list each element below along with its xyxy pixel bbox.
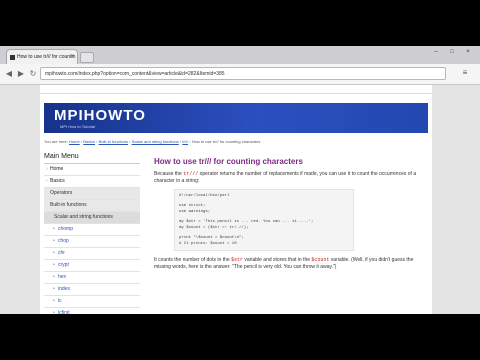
sidebar-item-label: crypt (58, 262, 69, 268)
breadcrumb-prefix: You are here: (44, 139, 68, 144)
address-bar[interactable]: mpihowto.com/index.php?option=com_conten… (40, 67, 446, 80)
breadcrumb-separator: › (96, 139, 98, 144)
breadcrumb-link[interactable]: Scalar and string functions (132, 139, 179, 144)
top-navigation (40, 85, 432, 94)
sidebar-item-label: lcfirst (58, 310, 70, 314)
inline-code: $count (311, 257, 330, 263)
sidebar-item-label: chr (58, 250, 65, 256)
tab-close-icon[interactable]: × (70, 50, 74, 64)
sidebar-item-label: Basics (50, 178, 65, 184)
sidebar-item-label: Built-in functions (50, 202, 87, 208)
sidebar-item-label: chop (58, 238, 69, 244)
bullet-icon: › (46, 178, 48, 184)
bullet-icon: • (53, 274, 55, 280)
bullet-icon: • (53, 298, 55, 304)
outro-text: It counts the number of dots in the (154, 257, 231, 263)
article-intro: Because the tr/// operator returns the n… (154, 171, 422, 184)
sidebar-item-label: index (58, 286, 70, 292)
breadcrumb-current: How to use tr/// for counting characters (191, 139, 261, 144)
sidebar-item-label: Home (50, 166, 64, 172)
inline-code: $str (231, 257, 244, 263)
bullet-icon: • (53, 226, 55, 232)
site-tagline: MPI How to Tutorial (60, 124, 95, 129)
breadcrumb-separator: › (179, 139, 182, 144)
tab-title: How to use tr/// for countin (17, 54, 76, 60)
sidebar-item-label: Scalar and string functions (54, 214, 113, 220)
minimize-button[interactable]: – (430, 48, 442, 57)
new-tab-button[interactable] (80, 52, 94, 63)
article-title: How to use tr/// for counting characters (154, 157, 303, 166)
browser-window: How to use tr/// for countin × – □ × ◀ ▶… (0, 46, 480, 314)
sidebar-main-menu: Main Menu › Home › Basics Operators Built-… (44, 151, 140, 314)
sidebar-item-built-in-functions[interactable]: Built-in functions (44, 200, 140, 212)
breadcrumb-link[interactable]: Home (69, 139, 80, 144)
site-banner: MPIHOWTO MPI How to Tutorial (44, 103, 428, 133)
breadcrumb-separator: › (129, 139, 131, 144)
bullet-icon: • (53, 250, 55, 256)
article-outro: It counts the number of dots in the $str… (154, 257, 422, 270)
article: How to use tr/// for counting characters… (154, 157, 422, 275)
sidebar-item-crypt[interactable]: • crypt (44, 260, 140, 272)
bullet-icon: • (53, 238, 55, 244)
breadcrumb-link[interactable]: tr/// (182, 139, 188, 144)
browser-tab[interactable]: How to use tr/// for countin × (6, 49, 78, 64)
code-line: # It prints: $count = 10 (179, 242, 237, 246)
bullet-icon: • (53, 286, 55, 292)
breadcrumb-separator: › (189, 139, 191, 144)
sidebar-title: Main Menu (44, 151, 140, 164)
breadcrumb-link[interactable]: Basics (83, 139, 95, 144)
breadcrumb: You are here: Home › Basics › Built-in f… (44, 139, 260, 144)
sidebar-item-chomp[interactable]: • chomp (44, 224, 140, 236)
breadcrumb-link[interactable]: Built-in functions (99, 139, 128, 144)
web-page: MPIHOWTO MPI How to Tutorial You are her… (0, 85, 480, 314)
back-button[interactable]: ◀ (4, 69, 14, 79)
favicon-icon (10, 55, 15, 60)
sidebar-item-home[interactable]: › Home (44, 164, 140, 176)
sidebar-item-label: chomp (58, 226, 74, 232)
close-window-button[interactable]: × (462, 48, 474, 57)
sidebar-item-lc[interactable]: • lc (44, 296, 140, 308)
maximize-button[interactable]: □ (446, 48, 458, 57)
bullet-icon: • (53, 310, 55, 314)
sidebar-item-chop[interactable]: • chop (44, 236, 140, 248)
intro-text: Because the (154, 171, 184, 177)
bullet-icon: › (46, 166, 48, 172)
breadcrumb-separator: › (80, 139, 83, 144)
site-logo[interactable]: MPIHOWTO (54, 107, 146, 124)
site-container: MPIHOWTO MPI How to Tutorial You are her… (40, 85, 432, 314)
reload-button[interactable]: ↻ (28, 69, 38, 79)
sidebar-item-label: Operators (50, 190, 73, 196)
sidebar-item-scalar-string-functions[interactable]: Scalar and string functions (44, 212, 140, 224)
code-block: #!/usr/local/bin/perl use strict; use wa… (174, 189, 354, 251)
sidebar-item-lcfirst[interactable]: • lcfirst (44, 308, 140, 314)
sidebar-item-hex[interactable]: • hex (44, 272, 140, 284)
sidebar-item-chr[interactable]: • chr (44, 248, 140, 260)
forward-button[interactable]: ▶ (16, 69, 26, 79)
sidebar-item-label: hex (58, 274, 67, 280)
bullet-icon: • (53, 262, 55, 268)
sidebar-item-operators[interactable]: Operators (44, 188, 140, 200)
outro-text: variable and stores that in the (243, 257, 312, 263)
inline-code: tr/// (183, 171, 199, 177)
sidebar-item-basics[interactable]: › Basics (44, 176, 140, 188)
browser-toolbar: ◀ ▶ ↻ mpihowto.com/index.php?option=com_… (0, 64, 480, 85)
tab-strip: How to use tr/// for countin × – □ × (0, 46, 480, 64)
sidebar-item-label: lc (58, 298, 62, 304)
menu-icon[interactable]: ≡ (460, 68, 470, 78)
sidebar-item-index[interactable]: • index (44, 284, 140, 296)
